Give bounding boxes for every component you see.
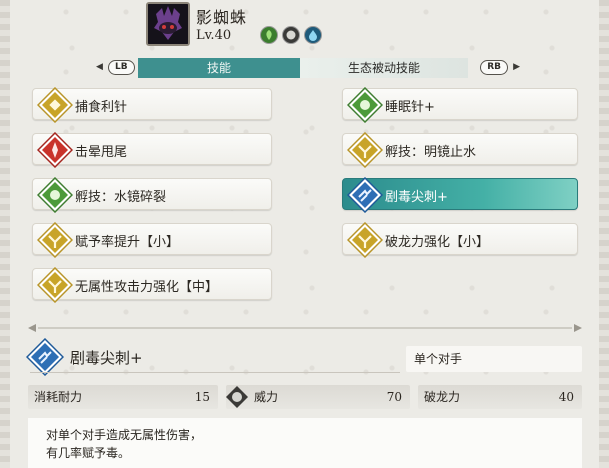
target-label: 单个对手 — [406, 346, 582, 372]
yellow-buff-skill-icon — [347, 132, 383, 168]
tab-eco-passive[interactable]: 生态被动技能 — [300, 58, 468, 78]
tab-skills[interactable]: 技能 — [138, 58, 300, 78]
yellow-buff-skill-icon — [37, 87, 73, 123]
left-arrow-icon[interactable]: ◀ — [96, 62, 103, 72]
blue-rush-skill-icon — [347, 177, 383, 213]
detail-skill-name: 剧毒尖刺+ — [70, 349, 143, 367]
description-line: 有几率赋予毒。 — [46, 446, 131, 460]
green-grass-skill-icon — [37, 177, 73, 213]
rb-button[interactable]: RB — [480, 60, 508, 75]
right-border — [599, 0, 609, 468]
stamina-value: 15 — [194, 390, 210, 404]
left-border — [0, 0, 10, 468]
right-arrow-icon[interactable]: ▶ — [513, 62, 520, 72]
monster-level: Lv.40 — [196, 28, 232, 43]
yellow-buff-skill-icon — [347, 222, 383, 258]
skill-slot-selected[interactable]: 剧毒尖刺+ — [342, 177, 578, 213]
blue-rush-skill-icon — [26, 338, 64, 376]
tab-bar: ◀ LB 技能 生态被动技能 RB ▶ — [96, 58, 520, 78]
skill-slot[interactable]: 击晕甩尾 — [32, 132, 272, 168]
skill-label: 剧毒尖刺+ — [385, 190, 448, 205]
power-label: 威力 — [254, 390, 279, 404]
skill-slot[interactable]: 无属性攻击力强化【中】 — [32, 267, 272, 303]
skill-label: 无属性攻击力强化【中】 — [75, 280, 219, 295]
lb-button[interactable]: LB — [108, 60, 135, 75]
skill-label: 赋予率提升【小】 — [75, 235, 180, 250]
dragon-power-stat: 破龙力 40 — [418, 385, 582, 409]
skill-label: 孵技：明镜止水 — [385, 145, 477, 160]
skill-slot[interactable]: 孵技：水镜碎裂 — [32, 177, 272, 213]
dragon-label: 破龙力 — [424, 390, 461, 404]
skill-label: 孵技：水镜碎裂 — [75, 190, 167, 205]
grass-element-icon — [260, 26, 278, 44]
skill-slot[interactable]: 赋予率提升【小】 — [32, 222, 272, 258]
monster-name: 影蜘蛛 — [196, 8, 248, 27]
stamina-cost-stat: 消耗耐力 15 — [28, 385, 218, 409]
green-grass-skill-icon — [347, 87, 383, 123]
stamina-label: 消耗耐力 — [34, 390, 83, 404]
skill-slot[interactable]: 睡眠针+ — [342, 87, 578, 123]
section-divider — [28, 324, 582, 332]
dragon-value: 40 — [558, 390, 574, 404]
skill-slot[interactable]: 破龙力强化【小】 — [342, 222, 578, 258]
skill-label: 击晕甩尾 — [75, 145, 128, 160]
spider-portrait-icon — [148, 4, 188, 44]
monster-portrait — [146, 2, 190, 46]
yellow-buff-skill-icon — [37, 222, 73, 258]
yellow-buff-skill-icon — [37, 267, 73, 303]
skill-slot[interactable]: 孵技：明镜止水 — [342, 132, 578, 168]
neutral-element-icon — [226, 386, 248, 408]
power-value: 70 — [386, 390, 402, 404]
power-stat: 威力 70 — [226, 385, 410, 409]
description-line: 对单个对手造成无属性伤害， — [46, 428, 203, 442]
skill-label: 捕食利针 — [75, 100, 128, 115]
skill-description: 对单个对手造成无属性伤害， 有几率赋予毒。 — [28, 418, 582, 468]
skill-label: 破龙力强化【小】 — [385, 235, 490, 250]
skill-slot[interactable]: 捕食利针 — [32, 87, 272, 123]
skill-label: 睡眠针+ — [385, 100, 435, 115]
neutral-element-icon — [282, 26, 300, 44]
detail-underline — [30, 372, 400, 373]
water-element-icon — [304, 26, 322, 44]
red-fire-skill-icon — [37, 132, 73, 168]
element-icons — [260, 26, 322, 44]
